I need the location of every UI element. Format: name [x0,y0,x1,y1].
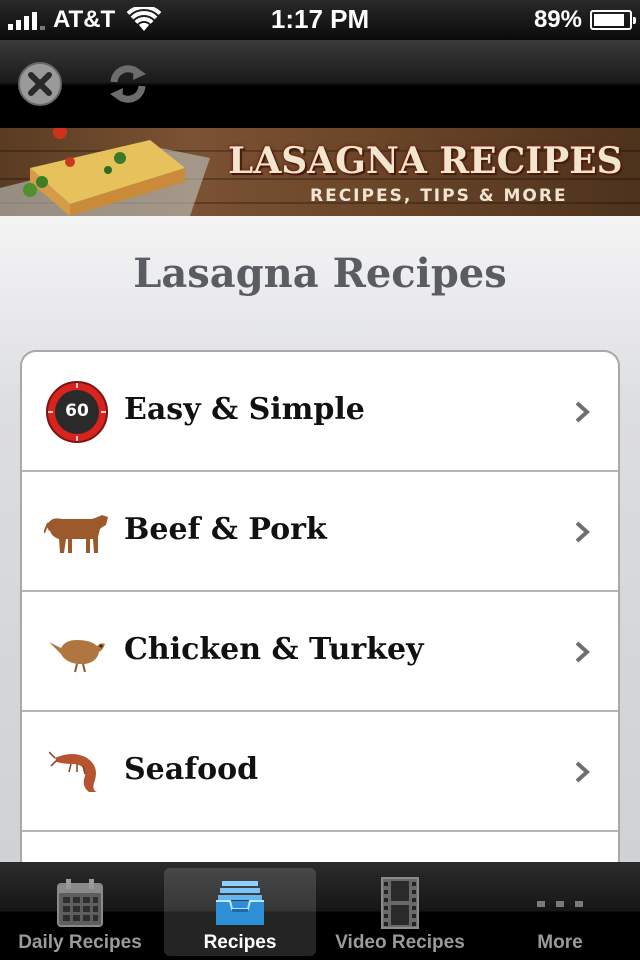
status-bar: AT&T 1:17 PM 89% [0,0,640,40]
tab-bar: Daily Recipes Recipes Video Recipes More [0,862,640,960]
refresh-button[interactable] [104,60,152,108]
recipe-category-list: 60 Easy & Simple Beef & Pork Chicken & T… [20,350,620,862]
banner-title: LASAGNA RECIPES [228,140,623,182]
tab-label: Video Recipes [335,932,465,953]
film-strip-icon [374,876,426,930]
main-content: Lasagna Recipes 60 Easy & Simple Beef & … [0,216,640,862]
chevron-right-icon [575,401,590,423]
more-dots-icon [534,876,586,930]
list-item-beef-pork[interactable]: Beef & Pork [22,472,618,592]
tab-label: Daily Recipes [18,932,142,953]
list-item-chicken-turkey[interactable]: Chicken & Turkey [22,592,618,712]
battery-fill [594,14,625,26]
tab-video-recipes[interactable]: Video Recipes [324,868,476,956]
timer-value: 60 [65,401,89,421]
chevron-right-icon [575,521,590,543]
shrimp-icon [42,742,112,802]
lasagna-photo-icon [0,128,210,216]
chicken-icon [42,622,112,682]
list-item-label: Easy & Simple [124,392,365,427]
inbox-tray-icon [214,876,266,930]
tab-label: Recipes [203,932,277,953]
battery-percent: 89% [533,6,582,33]
refresh-icon [110,65,146,103]
list-item-label: Beef & Pork [124,512,327,547]
list-item-easy-simple[interactable]: 60 Easy & Simple [22,352,618,472]
tab-label: More [537,932,583,953]
tab-daily-recipes[interactable]: Daily Recipes [4,868,156,956]
status-right: 89% [533,4,636,36]
page-title: Lasagna Recipes [133,250,507,297]
header-banner: LASAGNA RECIPES RECIPES, TIPS & MORE [0,128,640,216]
chevron-right-icon [575,641,590,663]
tab-recipes[interactable]: Recipes [164,868,316,956]
list-item-partial[interactable] [22,832,618,862]
calendar-icon [54,876,106,930]
cow-icon [42,502,112,562]
tab-more[interactable]: More [484,868,636,956]
close-icon [18,62,62,106]
list-item-label: Seafood [124,752,259,787]
battery-icon [590,10,636,30]
list-item-label: Chicken & Turkey [124,632,424,667]
list-item-seafood[interactable]: Seafood [22,712,618,832]
chevron-right-icon [575,761,590,783]
timer-icon: 60 [42,381,112,443]
toolbar [0,40,640,128]
close-button[interactable] [16,60,64,108]
banner-subtitle: RECIPES, TIPS & MORE [310,186,568,206]
